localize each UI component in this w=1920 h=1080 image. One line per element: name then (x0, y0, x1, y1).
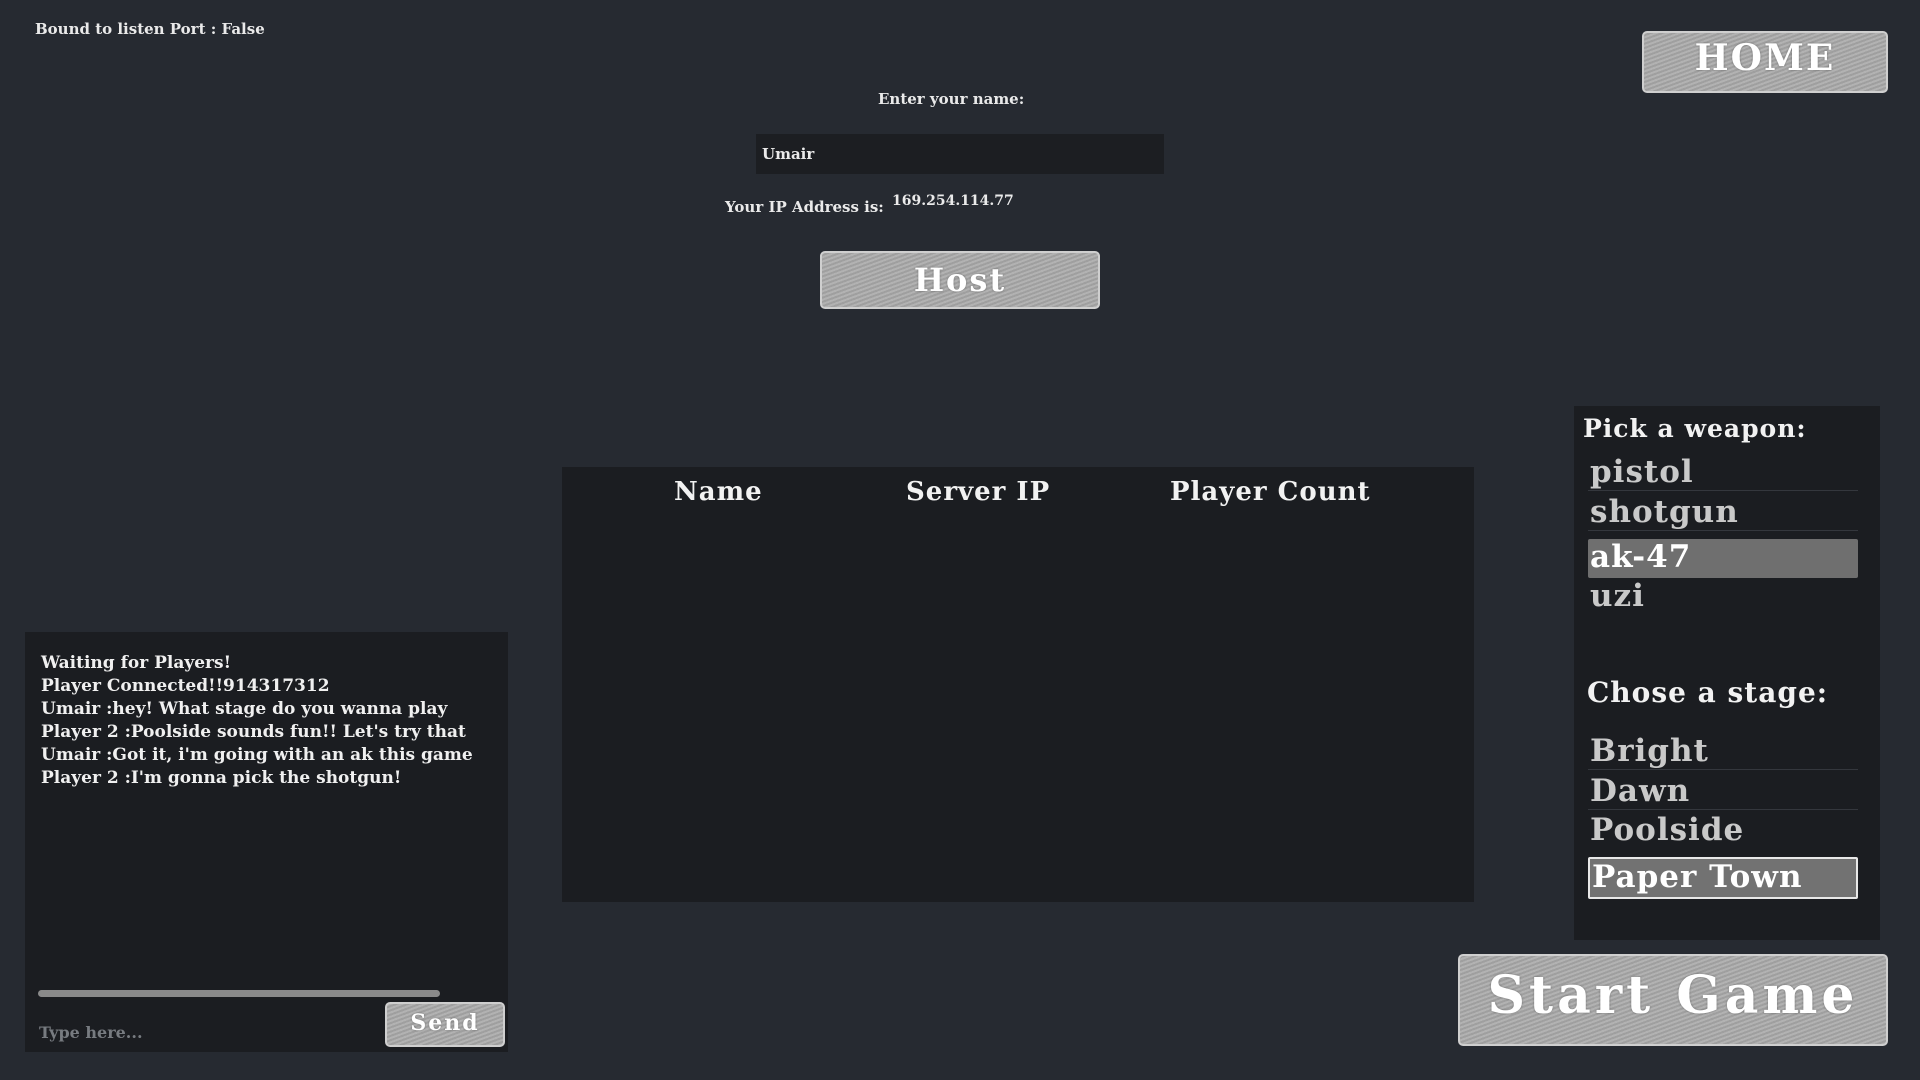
chat-message: Waiting for Players! (41, 653, 232, 673)
chat-message: Player Connected!!914317312 (41, 676, 330, 696)
start-game-button[interactable]: Start Game (1458, 954, 1888, 1046)
stage-option-dawn[interactable]: Dawn (1588, 773, 1858, 810)
weapon-heading: Pick a weapon: (1583, 414, 1807, 443)
weapon-option-uzi[interactable]: uzi (1588, 578, 1858, 615)
send-button[interactable]: Send (385, 1002, 505, 1047)
weapon-option-pistol[interactable]: pistol (1588, 454, 1858, 491)
ip-address-label: Your IP Address is: (725, 198, 884, 216)
chat-message: Player 2 :Poolside sounds fun!! Let's tr… (41, 722, 466, 742)
chat-message: Umair :hey! What stage do you wanna play (41, 699, 448, 719)
name-prompt-label: Enter your name: (878, 90, 1025, 108)
home-button[interactable]: HOME (1642, 31, 1888, 93)
chat-horizontal-scrollbar[interactable] (38, 990, 440, 997)
stage-option-paper-town[interactable]: Paper Town (1588, 857, 1858, 899)
player-name-input[interactable] (756, 134, 1164, 174)
stage-option-poolside[interactable]: Poolside (1588, 812, 1858, 849)
column-header-server-ip: Server IP (906, 477, 1051, 507)
column-header-player-count: Player Count (1170, 477, 1371, 507)
chat-log: Waiting for Players! Player Connected!!9… (41, 652, 501, 790)
host-button[interactable]: Host (820, 251, 1100, 309)
chat-message-input[interactable] (33, 1012, 403, 1052)
loadout-panel: Pick a weapon: pistol shotgun ak-47 uzi … (1574, 406, 1880, 940)
chat-panel: Waiting for Players! Player Connected!!9… (25, 632, 508, 1052)
chat-message: Player 2 :I'm gonna pick the shotgun! (41, 768, 402, 788)
stage-option-bright[interactable]: Bright (1588, 733, 1858, 770)
server-status-text: Bound to listen Port : False (35, 20, 265, 38)
chat-message: Umair :Got it, i'm going with an ak this… (41, 745, 473, 765)
stage-heading: Chose a stage: (1587, 676, 1829, 709)
weapon-option-shotgun[interactable]: shotgun (1588, 494, 1858, 531)
ip-address-value: 169.254.114.77 (892, 193, 1014, 209)
column-header-name: Name (674, 477, 763, 507)
weapon-option-ak-47[interactable]: ak-47 (1588, 539, 1858, 578)
server-list-table[interactable]: Name Server IP Player Count (562, 467, 1474, 902)
